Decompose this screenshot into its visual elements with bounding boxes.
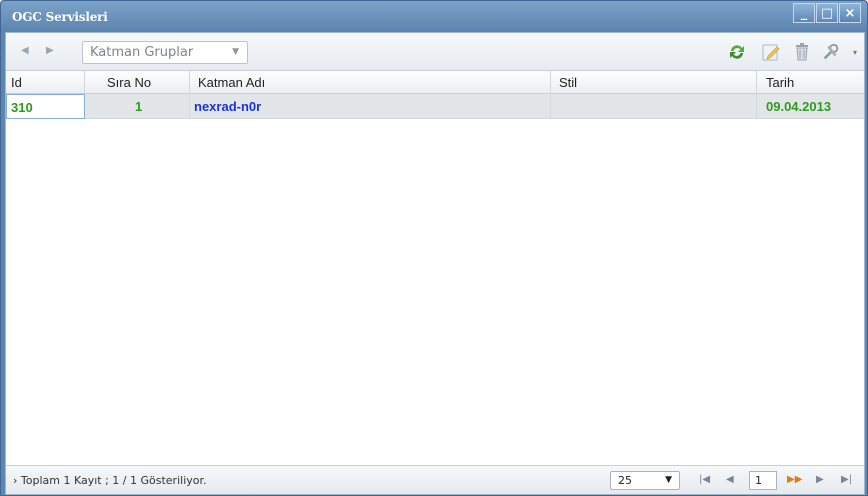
cell-sira-no[interactable]: 1: [85, 94, 190, 119]
delete-icon[interactable]: [792, 42, 812, 62]
window-title: OGC Servisleri: [12, 10, 108, 24]
column-header-tarih[interactable]: Tarih: [757, 71, 864, 94]
forward-arrow-icon[interactable]: ▶: [46, 45, 54, 56]
next-arrow-icon[interactable]: ▶: [816, 474, 824, 485]
column-header-stil[interactable]: Stil: [551, 71, 757, 94]
tools-icon[interactable]: [821, 42, 841, 62]
maximize-button[interactable]: □: [816, 3, 838, 23]
cell-id[interactable]: 310: [6, 94, 85, 119]
close-button[interactable]: ×: [839, 3, 861, 23]
layer-group-combo-value: Katman Gruplar: [90, 45, 194, 60]
layer-group-combo[interactable]: Katman Gruplar ▼: [82, 41, 248, 64]
window-controls: _ □ ×: [793, 3, 861, 23]
cell-stil[interactable]: [551, 94, 757, 119]
back-arrow-icon[interactable]: ◀: [21, 45, 29, 56]
toolbar: ◀ ▶ Katman Gruplar ▼ ▾: [6, 33, 864, 71]
column-header-sira-no[interactable]: Sıra No: [85, 71, 190, 94]
last-page-icon[interactable]: ▶|: [841, 474, 852, 485]
previous-page-icon[interactable]: ◀: [726, 474, 734, 485]
grid-header: Id Sıra No Katman Adı Stil Tarih: [6, 71, 864, 94]
window-titlebar[interactable]: OGC Servisleri _ □ ×: [1, 1, 867, 32]
edit-icon[interactable]: [761, 42, 781, 62]
first-page-icon[interactable]: |◀: [699, 474, 710, 485]
ogc-window: OGC Servisleri _ □ × ◀ ▶ Katman Gruplar …: [0, 0, 868, 496]
refresh-icon[interactable]: [727, 42, 747, 62]
record-summary: › Toplam 1 Kayıt ; 1 / 1 Gösteriliyor.: [13, 474, 207, 487]
column-header-katman-adi[interactable]: Katman Adı: [190, 71, 551, 94]
cell-tarih[interactable]: 09.04.2013: [757, 94, 864, 119]
column-header-id[interactable]: Id: [6, 71, 85, 94]
next-page-icon[interactable]: ▶▶: [787, 474, 802, 485]
cell-katman-adi[interactable]: nexrad-n0r: [190, 94, 551, 119]
page-size-select[interactable]: 25 ▼: [610, 471, 680, 490]
paging-toolbar: › Toplam 1 Kayıt ; 1 / 1 Gösteriliyor. 2…: [6, 465, 864, 494]
minimize-button[interactable]: _: [793, 3, 815, 23]
current-page-input[interactable]: 1: [749, 471, 777, 490]
page-size-value: 25: [618, 474, 632, 487]
chevron-down-icon[interactable]: ▼: [665, 475, 672, 485]
window-body: ◀ ▶ Katman Gruplar ▼ ▾ Id Sıra No Katman…: [5, 32, 865, 495]
table-row[interactable]: 310 1 nexrad-n0r 09.04.2013: [6, 94, 864, 119]
tools-menu-arrow-icon[interactable]: ▾: [853, 48, 857, 57]
chevron-down-icon[interactable]: ▼: [232, 47, 239, 57]
